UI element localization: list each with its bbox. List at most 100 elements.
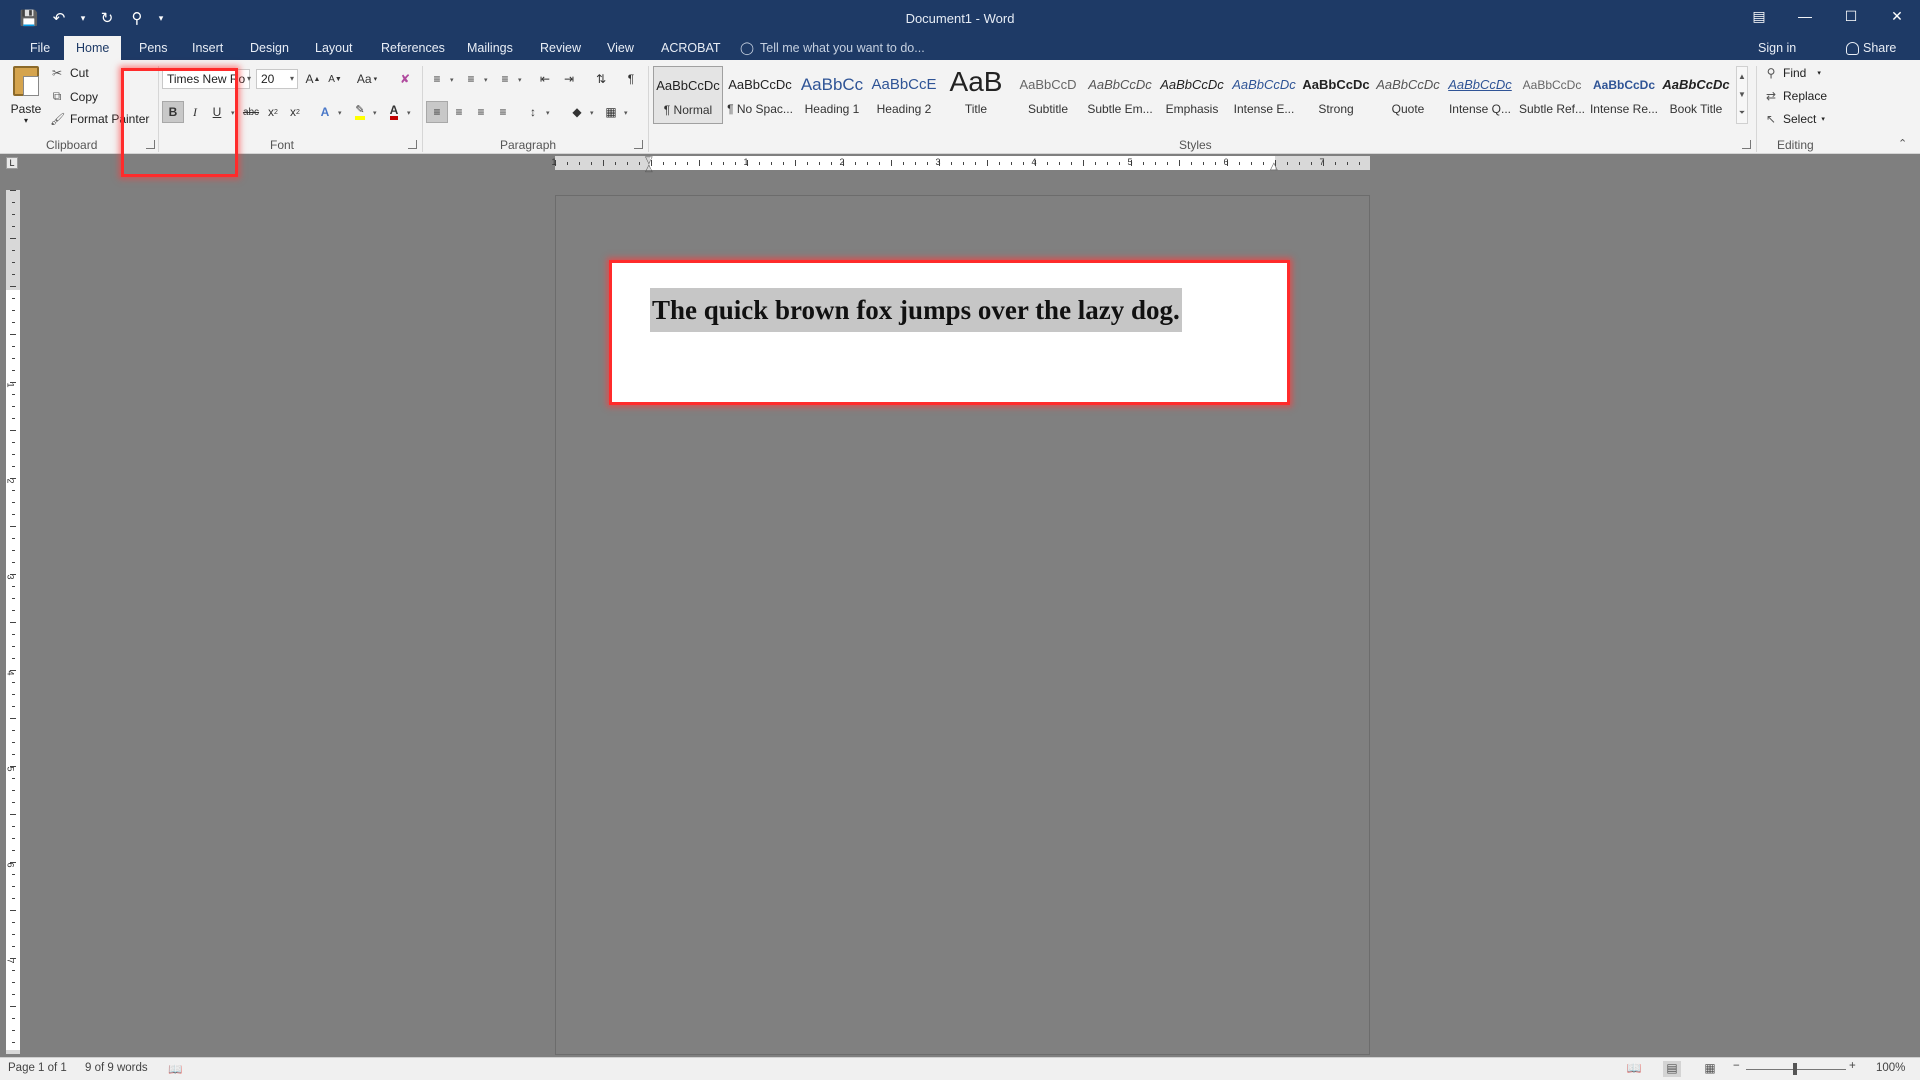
style-no-spacing[interactable]: AaBbCcDc ¶ No Spac...	[725, 66, 795, 124]
find-button[interactable]: ⚲ Find ▾	[1764, 66, 1821, 80]
undo-dropdown-icon[interactable]: ▾	[76, 6, 90, 30]
collapse-ribbon-icon[interactable]: ⌃	[1898, 137, 1907, 150]
shading-dropdown-icon[interactable]: ▾	[590, 109, 594, 117]
bullets-dropdown-icon[interactable]: ▾	[450, 76, 454, 84]
style-normal[interactable]: AaBbCcDc ¶ Normal	[653, 66, 723, 124]
style-intense-quote[interactable]: AaBbCcDc Intense Q...	[1445, 66, 1515, 124]
multilevel-list-icon[interactable]: ≡	[494, 68, 516, 90]
style-subtitle[interactable]: AaBbCcD Subtitle	[1013, 66, 1083, 124]
numbering-dropdown-icon[interactable]: ▾	[484, 76, 488, 84]
style-intense-reference[interactable]: AaBbCcDc Intense Re...	[1589, 66, 1659, 124]
word-count[interactable]: 9 of 9 words	[85, 1062, 148, 1074]
select-button[interactable]: ↖ Select ▾	[1764, 112, 1825, 126]
grow-font-button[interactable]: A ▲	[302, 68, 324, 90]
tell-me-search[interactable]: ◯ Tell me what you want to do...	[740, 36, 925, 60]
redo-icon[interactable]: ↻	[94, 6, 120, 30]
tab-selector-icon[interactable]: L	[6, 157, 18, 169]
selected-document-text[interactable]: The quick brown fox jumps over the lazy …	[650, 288, 1182, 332]
shrink-font-button[interactable]: A ▼	[324, 68, 346, 90]
multilevel-dropdown-icon[interactable]: ▾	[518, 76, 522, 84]
line-spacing-icon[interactable]: ↕	[522, 101, 544, 123]
more-styles-icon[interactable]: ⏷	[1739, 108, 1745, 118]
font-name-dropdown-icon[interactable]: ▾	[242, 70, 256, 88]
show-formatting-icon[interactable]: ¶	[620, 68, 642, 90]
strikethrough-button[interactable]: abc	[240, 101, 262, 123]
line-spacing-dropdown-icon[interactable]: ▾	[546, 109, 550, 117]
close-icon[interactable]: ✕	[1874, 0, 1920, 32]
style-intense-emphasis[interactable]: AaBbCcDc Intense E...	[1229, 66, 1299, 124]
minimize-icon[interactable]: —	[1782, 0, 1828, 32]
font-color-dropdown-icon[interactable]: ▾	[407, 109, 411, 117]
paragraph-launcher-icon[interactable]	[634, 140, 643, 149]
horizontal-ruler[interactable]: 1 1 2 3 4 5 6 7 ▽ △ △	[551, 155, 1370, 174]
style-book-title[interactable]: AaBbCcDc Book Title	[1661, 66, 1731, 124]
read-mode-icon[interactable]: 📖	[1625, 1061, 1643, 1077]
web-layout-icon[interactable]: ▦	[1701, 1061, 1719, 1077]
style-title[interactable]: AaB Title	[941, 66, 1011, 124]
bullets-icon[interactable]: ≡	[426, 68, 448, 90]
style-heading-2[interactable]: AaBbCcE Heading 2	[869, 66, 939, 124]
style-subtle-reference[interactable]: AaBbCcDc Subtle Ref...	[1517, 66, 1587, 124]
customize-icon[interactable]: ▾	[154, 6, 168, 30]
tab-acrobat[interactable]: ACROBAT	[649, 36, 733, 60]
styles-gallery-scroll[interactable]: ▲ ▼ ⏷	[1736, 66, 1748, 124]
subscript-button[interactable]: x2	[262, 101, 284, 123]
sign-in-link[interactable]: Sign in	[1758, 36, 1796, 60]
right-indent-icon[interactable]: △	[1270, 161, 1278, 172]
styles-launcher-icon[interactable]	[1742, 140, 1751, 149]
zoom-level[interactable]: 100%	[1876, 1062, 1905, 1074]
shading-icon[interactable]: ◆	[566, 101, 588, 123]
text-effects-icon[interactable]: A	[314, 101, 336, 123]
style-subtle-emphasis[interactable]: AaBbCcDc Subtle Em...	[1085, 66, 1155, 124]
font-launcher-icon[interactable]	[408, 140, 417, 149]
tab-pens[interactable]: Pens	[127, 36, 180, 60]
numbering-icon[interactable]: ≡	[460, 68, 482, 90]
replace-button[interactable]: ⇄ Replace	[1764, 89, 1827, 103]
superscript-button[interactable]: x2	[284, 101, 306, 123]
cut-button[interactable]: ✂ Cut	[50, 66, 89, 80]
tab-mailings[interactable]: Mailings	[455, 36, 525, 60]
tab-references[interactable]: References	[369, 36, 457, 60]
tab-view[interactable]: View	[595, 36, 646, 60]
style-heading-1[interactable]: AaBbCc Heading 1	[797, 66, 867, 124]
font-color-icon[interactable]: A	[383, 101, 405, 123]
font-size-dropdown-icon[interactable]: ▾	[285, 70, 299, 88]
align-center-icon[interactable]: ≡	[448, 101, 470, 123]
zoom-in-icon[interactable]: +	[1849, 1060, 1856, 1072]
chevron-up-icon[interactable]: ▲	[1738, 72, 1746, 81]
clear-formatting-icon[interactable]: ✘	[394, 68, 416, 90]
decrease-indent-icon[interactable]: ⇤	[534, 68, 556, 90]
borders-icon[interactable]: ▦	[600, 101, 622, 123]
text-effects-dropdown-icon[interactable]: ▾	[338, 109, 342, 117]
highlight-color-icon[interactable]: ✎	[349, 101, 371, 123]
tab-file[interactable]: File	[18, 36, 62, 60]
change-case-button[interactable]: Aa ▾	[352, 68, 382, 90]
copy-button[interactable]: ⧉ Copy	[50, 89, 98, 104]
sort-icon[interactable]: ⇅	[590, 68, 612, 90]
vertical-ruler[interactable]: 1 2 3 4 5 6 7	[6, 190, 20, 1054]
align-left-icon[interactable]: ≡	[426, 101, 448, 123]
chevron-down-icon[interactable]: ▼	[1738, 90, 1746, 99]
highlight-dropdown-icon[interactable]: ▾	[373, 109, 377, 117]
tab-insert[interactable]: Insert	[180, 36, 235, 60]
style-emphasis[interactable]: AaBbCcDc Emphasis	[1157, 66, 1227, 124]
style-strong[interactable]: AaBbCcDc Strong	[1301, 66, 1371, 124]
paste-button[interactable]: Paste ▾	[8, 66, 44, 125]
tab-layout[interactable]: Layout	[303, 36, 365, 60]
proofing-icon[interactable]: 📖	[168, 1062, 182, 1076]
touch-mode-icon[interactable]: ⚲	[124, 6, 150, 30]
zoom-slider-thumb[interactable]	[1793, 1063, 1797, 1075]
tab-review[interactable]: Review	[528, 36, 593, 60]
increase-indent-icon[interactable]: ⇥	[558, 68, 580, 90]
tab-home[interactable]: Home	[64, 36, 122, 60]
ribbon-display-options-icon[interactable]: ▤	[1736, 0, 1782, 32]
borders-dropdown-icon[interactable]: ▾	[624, 109, 628, 117]
hanging-indent-icon[interactable]: △	[645, 163, 653, 174]
share-button[interactable]: Share	[1846, 36, 1896, 60]
justify-icon[interactable]: ≡	[492, 101, 514, 123]
page-count[interactable]: Page 1 of 1	[8, 1062, 67, 1074]
style-quote[interactable]: AaBbCcDc Quote	[1373, 66, 1443, 124]
zoom-out-icon[interactable]: −	[1733, 1060, 1740, 1072]
undo-icon[interactable]: ↶	[46, 6, 72, 30]
print-layout-icon[interactable]: ▤	[1663, 1061, 1681, 1077]
